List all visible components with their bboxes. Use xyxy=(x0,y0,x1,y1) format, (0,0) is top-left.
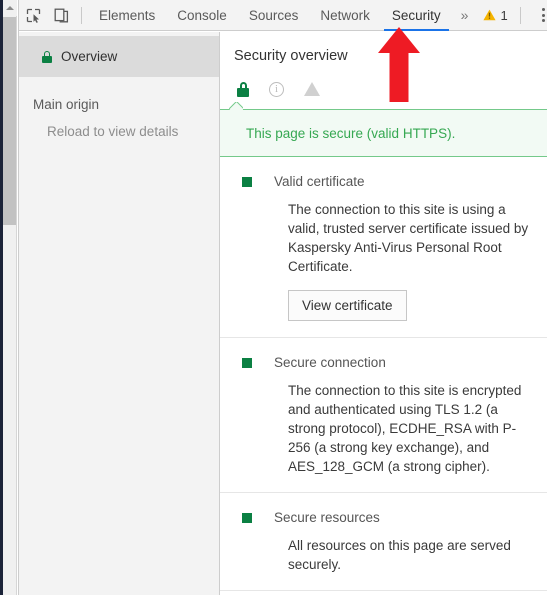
scroll-up-arrow-icon[interactable] xyxy=(3,0,17,16)
overview-header: Security overview i xyxy=(220,32,547,100)
section-secure-resources: Secure resources All resources on this p… xyxy=(220,493,547,591)
section-body: All resources on this page are served se… xyxy=(288,538,511,572)
tab-console[interactable]: Console xyxy=(166,0,238,31)
sidebar-item-label: Overview xyxy=(61,49,118,64)
more-tabs-icon[interactable]: » xyxy=(452,0,478,31)
devtools-body: Overview Main origin Reload to view deta… xyxy=(19,32,547,595)
summary-icon-row: i xyxy=(234,78,547,100)
devtools-window: Elements Console Sources Network Securit… xyxy=(18,0,547,595)
green-lock-icon xyxy=(42,50,52,63)
section-valid-certificate: Valid certificate The connection to this… xyxy=(220,157,547,338)
sidebar-item-overview[interactable]: Overview xyxy=(19,36,219,77)
callout-notch xyxy=(229,102,243,110)
tab-network[interactable]: Network xyxy=(309,0,381,31)
section-secure-connection: Secure connection The connection to this… xyxy=(220,338,547,493)
tab-label: Security xyxy=(391,7,441,23)
tab-label: Sources xyxy=(248,7,299,23)
section-title: Secure connection xyxy=(274,355,386,370)
warning-triangle-icon xyxy=(304,82,320,96)
tab-label: Elements xyxy=(99,7,156,23)
page-title: Security overview xyxy=(234,48,348,64)
security-status-text: This page is secure (valid HTTPS). xyxy=(246,125,456,141)
toolbar-right-group: 1 xyxy=(477,1,547,29)
toolbar-divider xyxy=(81,6,82,24)
tab-sources[interactable]: Sources xyxy=(238,0,310,31)
warning-count-badge[interactable]: 1 xyxy=(477,8,513,23)
status-square-icon xyxy=(242,358,252,368)
info-circle-icon: i xyxy=(269,81,284,97)
section-body: The connection to this site is using a v… xyxy=(288,202,529,274)
tab-elements[interactable]: Elements xyxy=(88,0,166,31)
toolbar-divider-right xyxy=(519,6,521,24)
section-header: Valid certificate xyxy=(242,174,533,189)
tab-label: Console xyxy=(177,7,227,23)
scrollbar-thumb[interactable] xyxy=(3,17,16,225)
status-square-icon xyxy=(242,513,252,523)
security-status-callout: This page is secure (valid HTTPS). xyxy=(220,109,547,157)
tab-security[interactable]: Security xyxy=(381,0,452,31)
security-sidebar: Overview Main origin Reload to view deta… xyxy=(19,32,220,595)
devtools-toolbar: Elements Console Sources Network Securit… xyxy=(19,0,547,31)
section-header: Secure connection xyxy=(242,355,533,370)
vertical-dots-icon[interactable] xyxy=(533,1,547,29)
device-toolbar-icon[interactable] xyxy=(47,1,75,29)
warning-count-label: 1 xyxy=(500,7,508,23)
view-certificate-button[interactable]: View certificate xyxy=(288,290,407,321)
section-title: Secure resources xyxy=(274,510,380,525)
tab-label: Network xyxy=(320,7,370,23)
warning-triangle-icon xyxy=(483,9,497,21)
sidebar-reload-hint: Reload to view details xyxy=(47,124,179,139)
security-overview-panel: Security overview i This page is secure … xyxy=(220,32,547,595)
lock-icon xyxy=(237,81,249,97)
sidebar-group-main-origin: Main origin xyxy=(33,97,100,112)
section-header: Secure resources xyxy=(242,510,533,525)
page-scrollbar[interactable] xyxy=(0,0,17,595)
inspect-element-icon[interactable] xyxy=(19,1,47,29)
section-title: Valid certificate xyxy=(274,174,365,189)
section-body: The connection to this site is encrypted… xyxy=(288,383,522,474)
status-square-icon xyxy=(242,177,252,187)
